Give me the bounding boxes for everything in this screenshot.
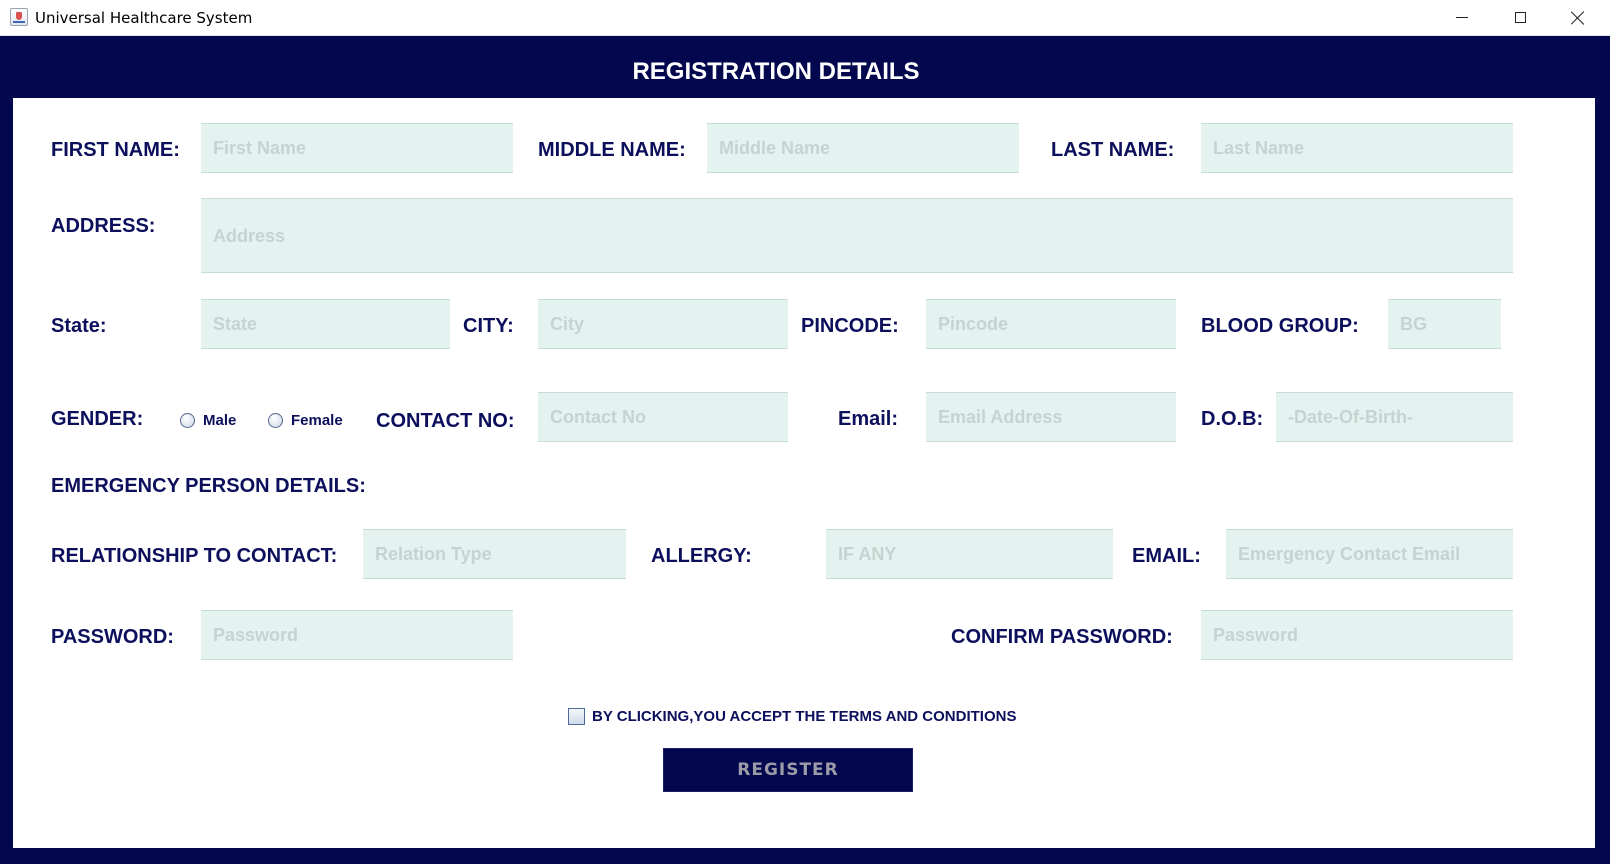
- city-label: CITY:: [463, 315, 514, 337]
- register-button[interactable]: REGISTER: [663, 748, 913, 792]
- last-name-label: LAST NAME:: [1051, 139, 1175, 161]
- contact-no-label: CONTACT NO:: [376, 410, 515, 432]
- blood-group-label: BLOOD GROUP:: [1201, 315, 1359, 337]
- middle-name-input[interactable]: [707, 123, 1019, 173]
- gender-female-radio[interactable]: Female: [268, 412, 343, 429]
- pincode-input[interactable]: [926, 299, 1176, 349]
- first-name-label: FIRST NAME:: [51, 139, 180, 161]
- middle-name-label: MIDDLE NAME:: [538, 139, 686, 161]
- emergency-email-label: EMAIL:: [1132, 545, 1201, 567]
- confirm-password-input[interactable]: [1201, 610, 1513, 660]
- city-input[interactable]: [538, 299, 788, 349]
- gender-female-label: Female: [291, 412, 343, 429]
- radio-button-icon: [268, 413, 283, 428]
- java-app-icon: [10, 8, 28, 26]
- contact-no-input[interactable]: [538, 392, 788, 442]
- checkbox-icon: [568, 708, 585, 725]
- maximize-icon: [1514, 12, 1526, 23]
- close-button[interactable]: [1549, 0, 1607, 35]
- gender-label: GENDER:: [51, 408, 144, 430]
- page-title: REGISTRATION DETAILS: [632, 58, 920, 85]
- relationship-label: RELATIONSHIP TO CONTACT:: [51, 545, 338, 567]
- close-icon: [1571, 11, 1585, 25]
- window-titlebar: Universal Healthcare System: [0, 0, 1610, 36]
- dob-input[interactable]: [1276, 392, 1513, 442]
- dob-label: D.O.B:: [1201, 408, 1264, 430]
- confirm-password-label: CONFIRM PASSWORD:: [951, 626, 1173, 648]
- gender-male-radio[interactable]: Male: [180, 412, 236, 429]
- window-title: Universal Healthcare System: [35, 9, 253, 27]
- address-label: ADDRESS:: [51, 215, 156, 237]
- password-input[interactable]: [201, 610, 513, 660]
- blood-group-input[interactable]: [1388, 299, 1501, 349]
- relationship-input[interactable]: [363, 529, 626, 579]
- maximize-button[interactable]: [1491, 0, 1549, 35]
- pincode-label: PINCODE:: [801, 315, 899, 337]
- first-name-input[interactable]: [201, 123, 513, 173]
- terms-checkbox[interactable]: BY CLICKING,YOU ACCEPT THE TERMS AND CON…: [568, 708, 1016, 725]
- email-label: Email:: [838, 408, 899, 430]
- address-input[interactable]: [201, 198, 1513, 273]
- minimize-icon: [1456, 17, 1468, 18]
- state-input[interactable]: [201, 299, 450, 349]
- emergency-email-input[interactable]: [1226, 529, 1513, 579]
- radio-button-icon: [180, 413, 195, 428]
- terms-label: BY CLICKING,YOU ACCEPT THE TERMS AND CON…: [592, 708, 1017, 725]
- last-name-input[interactable]: [1201, 123, 1513, 173]
- state-label: State:: [51, 315, 107, 337]
- password-label: PASSWORD:: [51, 626, 174, 648]
- emergency-section-heading: EMERGENCY PERSON DETAILS:: [51, 475, 366, 497]
- email-input[interactable]: [926, 392, 1176, 442]
- allergy-label: ALLERGY:: [651, 545, 752, 567]
- minimize-button[interactable]: [1433, 0, 1491, 35]
- allergy-input[interactable]: [826, 529, 1113, 579]
- gender-male-label: Male: [203, 412, 237, 429]
